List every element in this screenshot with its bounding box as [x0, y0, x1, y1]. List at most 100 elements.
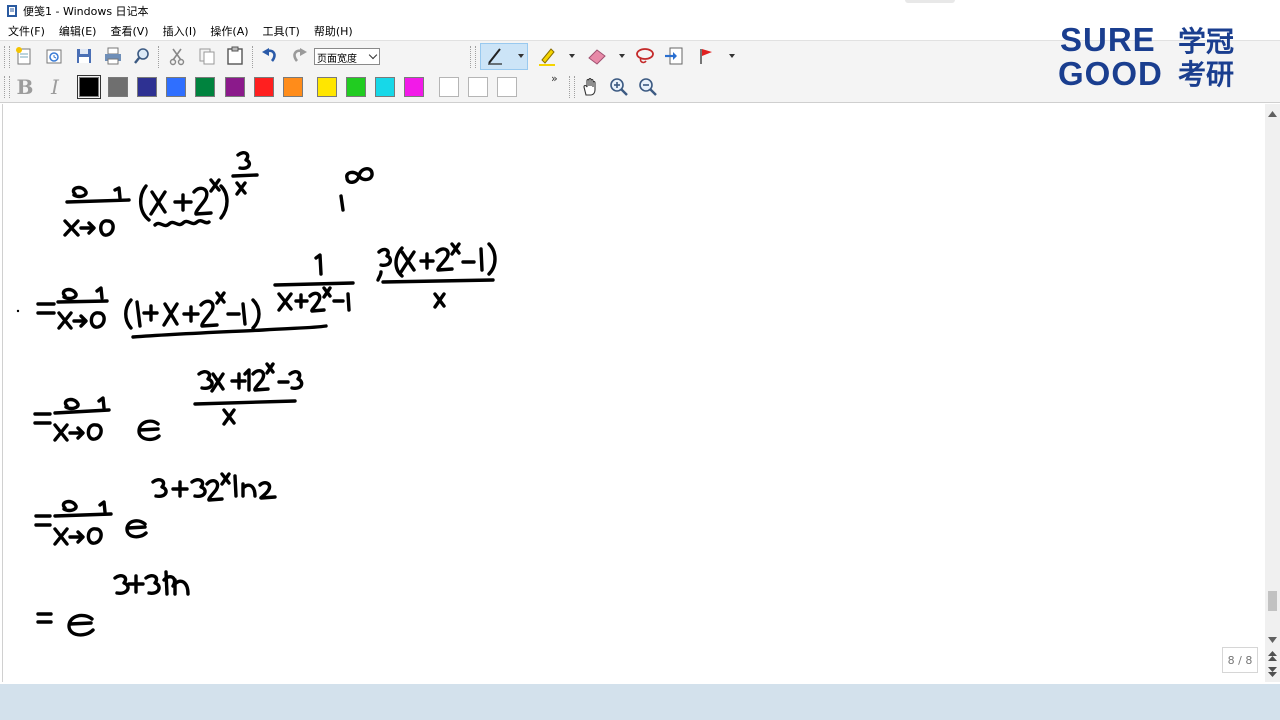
find-button[interactable] [130, 44, 154, 68]
cut-icon [169, 48, 185, 66]
zoom-out-icon [639, 78, 657, 96]
paste-icon [227, 46, 243, 65]
flag-icon [700, 49, 712, 64]
eraser-dropdown-arrow[interactable] [619, 54, 625, 58]
save-button[interactable] [72, 44, 96, 68]
window-title: 便笺1 - Windows 日记本 [23, 4, 149, 18]
copy-icon [199, 48, 215, 65]
color-swatch[interactable] [166, 77, 186, 97]
page-width-select[interactable]: 页面宽度 [314, 48, 380, 65]
new-note-icon [16, 47, 31, 65]
open-icon [46, 49, 62, 64]
new-note-button[interactable] [12, 44, 36, 68]
color-swatch[interactable] [225, 77, 245, 97]
logo-cn-bottom: 考研 [1178, 58, 1234, 91]
vertical-scrollbar[interactable] [1265, 104, 1280, 682]
color-swatch[interactable] [108, 77, 128, 97]
logo-graphic: SURE 学冠 GOOD 考研 [1058, 21, 1234, 92]
menu-help[interactable]: 帮助(H) [306, 23, 359, 39]
prev-page-icon[interactable] [1267, 650, 1278, 662]
toolbar-separator [252, 46, 257, 68]
ink-line-4 [34, 472, 277, 546]
color-swatch[interactable] [497, 77, 517, 97]
zoom-in-button[interactable] [607, 75, 631, 99]
bold-button[interactable]: B [14, 75, 36, 99]
hand-icon [583, 77, 596, 96]
color-swatch[interactable] [254, 77, 274, 97]
toolbar-grip[interactable] [4, 46, 10, 68]
menu-tools[interactable]: 工具(T) [255, 23, 306, 39]
ink-line-1 [63, 151, 374, 237]
ink-line-5 [36, 570, 190, 637]
copy-button[interactable] [195, 44, 219, 68]
desktop-strip [0, 684, 1280, 720]
redo-icon [293, 48, 307, 62]
journal-window: 便笺1 - Windows 日记本 文件(F) 编辑(E) 查看(V) 插入(I… [0, 0, 1280, 684]
menu-edit[interactable]: 编辑(E) [51, 23, 103, 39]
page-indicator: 8 / 8 [1222, 647, 1258, 673]
menu-insert[interactable]: 插入(I) [155, 23, 203, 39]
flag-dropdown-arrow[interactable] [729, 54, 735, 58]
insert-space-button[interactable] [662, 44, 686, 68]
color-swatch[interactable] [439, 77, 459, 97]
save-icon [77, 49, 91, 63]
pen-dropdown-arrow[interactable] [518, 54, 524, 58]
logo-sure: SURE [1060, 21, 1156, 58]
insert-space-icon [665, 47, 683, 65]
flag-button[interactable] [694, 44, 718, 68]
writing-canvas[interactable] [2, 104, 1265, 682]
menu-actions[interactable]: 操作(A) [202, 23, 254, 39]
logo-cn-top: 学冠 [1178, 25, 1234, 58]
scroll-up-icon[interactable] [1267, 108, 1278, 120]
color-swatch[interactable] [375, 77, 395, 97]
paste-button[interactable] [223, 44, 247, 68]
menu-view[interactable]: 查看(V) [102, 23, 154, 39]
color-swatch[interactable] [317, 77, 337, 97]
logo-good: GOOD [1058, 55, 1163, 92]
eraser-button[interactable] [585, 44, 609, 68]
overflow-chevron[interactable]: » [551, 72, 558, 85]
find-icon [134, 48, 149, 64]
toolbar-separator [158, 46, 163, 68]
redo-button[interactable] [287, 44, 311, 68]
highlighter-icon [539, 48, 555, 66]
color-swatch[interactable] [468, 77, 488, 97]
title-bar: 便笺1 - Windows 日记本 [0, 0, 1280, 21]
handwritten-math-ink [16, 151, 497, 637]
menu-file[interactable]: 文件(F) [0, 23, 51, 39]
eraser-icon [588, 49, 606, 65]
open-button[interactable] [42, 44, 66, 68]
print-icon [105, 47, 121, 65]
pen-icon [488, 48, 502, 65]
scroll-thumb[interactable] [1268, 591, 1277, 611]
zoom-out-button[interactable] [636, 75, 660, 99]
italic-button[interactable]: I [44, 75, 66, 99]
chevron-down-icon [368, 50, 378, 60]
next-page-icon[interactable] [1267, 666, 1278, 678]
color-swatch[interactable] [404, 77, 424, 97]
highlighter-button[interactable] [535, 44, 559, 68]
pen-button[interactable] [483, 44, 507, 68]
ink-line-2 [16, 242, 497, 339]
color-swatch[interactable] [137, 77, 157, 97]
title-ghost-bar [905, 0, 955, 3]
lasso-icon [636, 48, 654, 64]
suregood-logo: SURE 学冠 GOOD 考研 [1058, 20, 1258, 92]
color-swatch[interactable] [283, 77, 303, 97]
color-swatch[interactable] [195, 77, 215, 97]
toolbar-grip[interactable] [569, 76, 575, 98]
print-button[interactable] [101, 44, 125, 68]
color-swatch[interactable] [346, 77, 366, 97]
color-swatch[interactable] [77, 75, 101, 99]
toolbar-grip[interactable] [4, 76, 10, 98]
undo-icon [262, 48, 276, 62]
ink-line-3 [33, 362, 304, 442]
scroll-down-icon[interactable] [1267, 634, 1278, 646]
zoom-in-icon [610, 78, 628, 96]
lasso-button[interactable] [633, 44, 657, 68]
toolbar-grip[interactable] [470, 46, 476, 68]
cut-button[interactable] [165, 44, 189, 68]
hand-button[interactable] [578, 75, 602, 99]
undo-button[interactable] [258, 44, 282, 68]
highlighter-dropdown-arrow[interactable] [569, 54, 575, 58]
